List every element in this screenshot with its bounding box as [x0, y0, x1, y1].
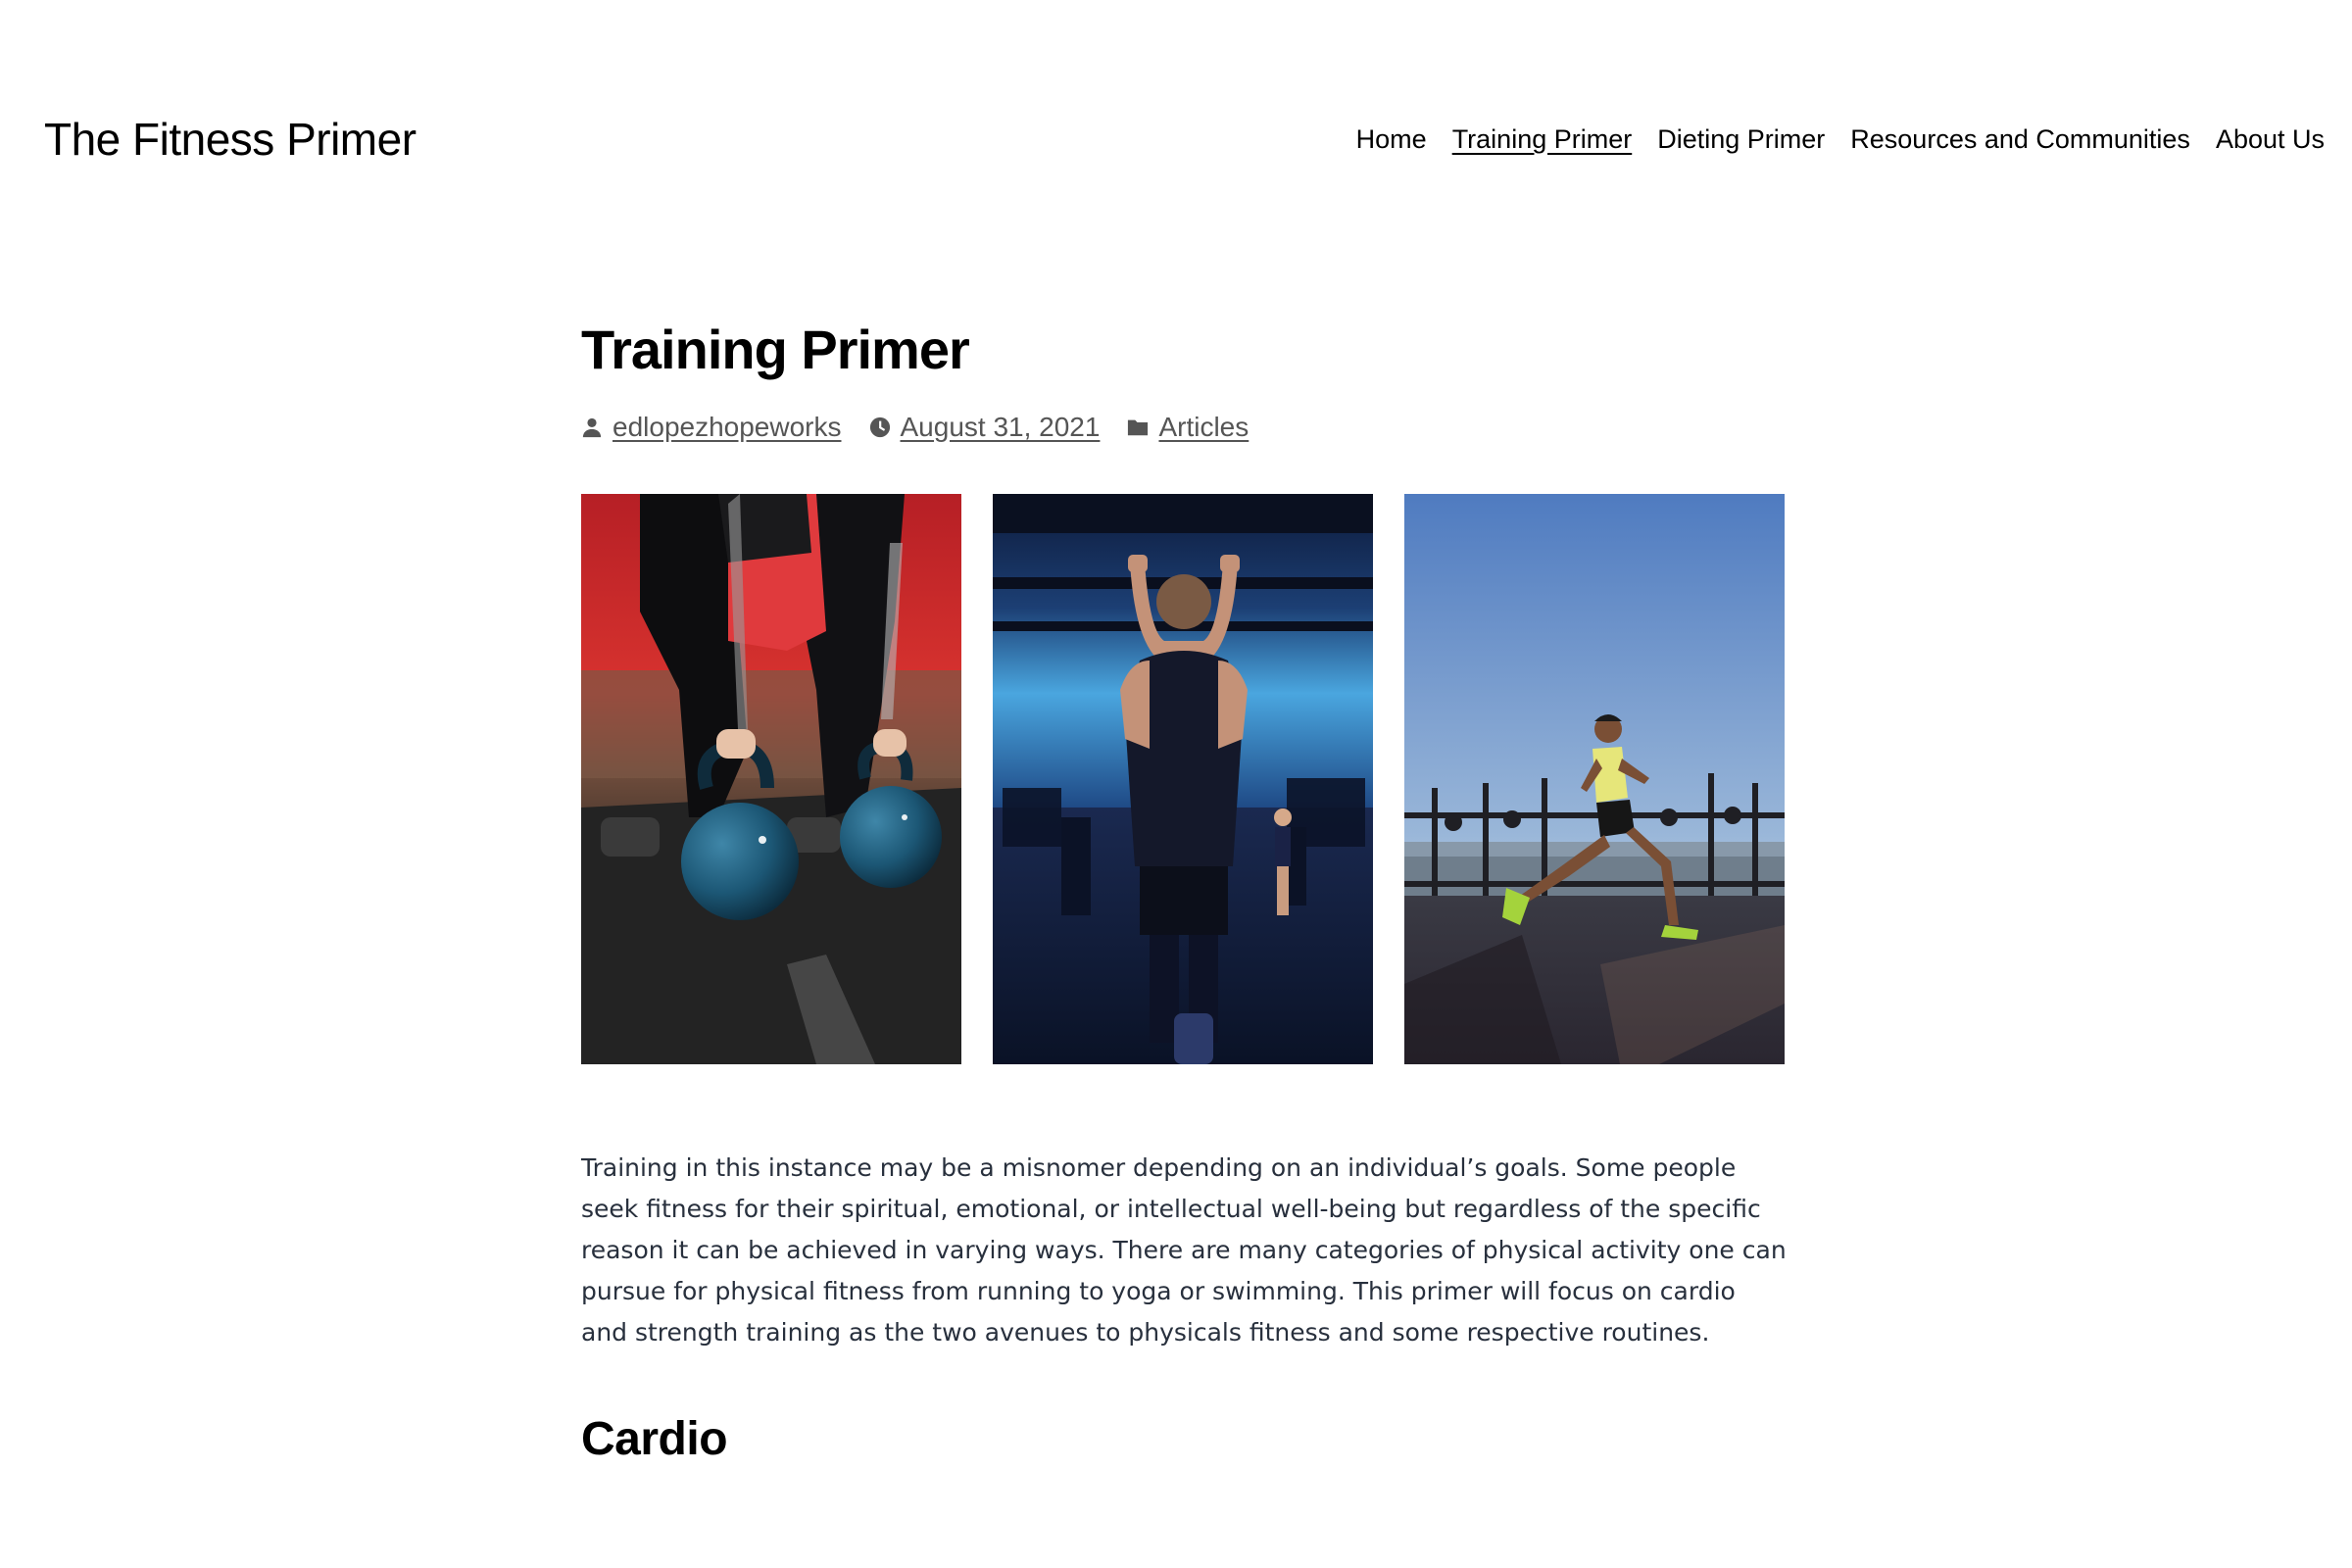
- gallery-image-pullup[interactable]: [993, 494, 1373, 1064]
- nav-item-dieting-primer[interactable]: Dieting Primer: [1657, 122, 1825, 157]
- pullup-photo: [993, 494, 1373, 1064]
- post-meta: edlopezhopeworks August 31, 2021 Article…: [581, 408, 1787, 447]
- nav-item-about-us[interactable]: About Us: [2216, 122, 2325, 157]
- gallery-image-runner[interactable]: [1404, 494, 1785, 1064]
- site-title[interactable]: The Fitness Primer: [44, 110, 416, 169]
- section-heading-cardio: Cardio: [581, 1413, 728, 1465]
- date-meta: August 31, 2021: [869, 412, 1101, 443]
- nav-item-training-primer[interactable]: Training Primer: [1452, 122, 1633, 157]
- page: The Fitness Primer Home Training Primer …: [0, 0, 2352, 1568]
- image-gallery: [581, 494, 1787, 1064]
- category-link[interactable]: Articles: [1158, 412, 1249, 443]
- gallery-image-kettlebell[interactable]: [581, 494, 961, 1064]
- intro-paragraph: Training in this instance may be a misno…: [581, 1153, 1787, 1347]
- author-link[interactable]: edlopezhopeworks: [612, 412, 842, 443]
- person-icon: [582, 417, 602, 438]
- page-title: Training Primer: [581, 318, 970, 380]
- site-header: The Fitness Primer Home Training Primer …: [0, 0, 2352, 284]
- runner-photo: [1404, 494, 1785, 1064]
- clock-icon: [869, 416, 890, 438]
- author-meta: edlopezhopeworks: [581, 412, 842, 443]
- nav-item-home[interactable]: Home: [1356, 122, 1427, 157]
- main-content: Training Primer edlopezhopeworks August …: [581, 314, 1787, 1469]
- kettlebell-photo: [581, 494, 961, 1064]
- date-link[interactable]: August 31, 2021: [901, 412, 1101, 443]
- nav-item-resources-and-communities[interactable]: Resources and Communities: [1850, 122, 2190, 157]
- main-nav: Home Training Primer Dieting Primer Reso…: [1356, 122, 2325, 157]
- category-meta: Articles: [1127, 412, 1249, 443]
- post-body: Training in this instance may be a misno…: [581, 1148, 1787, 1353]
- folder-icon: [1128, 419, 1149, 436]
